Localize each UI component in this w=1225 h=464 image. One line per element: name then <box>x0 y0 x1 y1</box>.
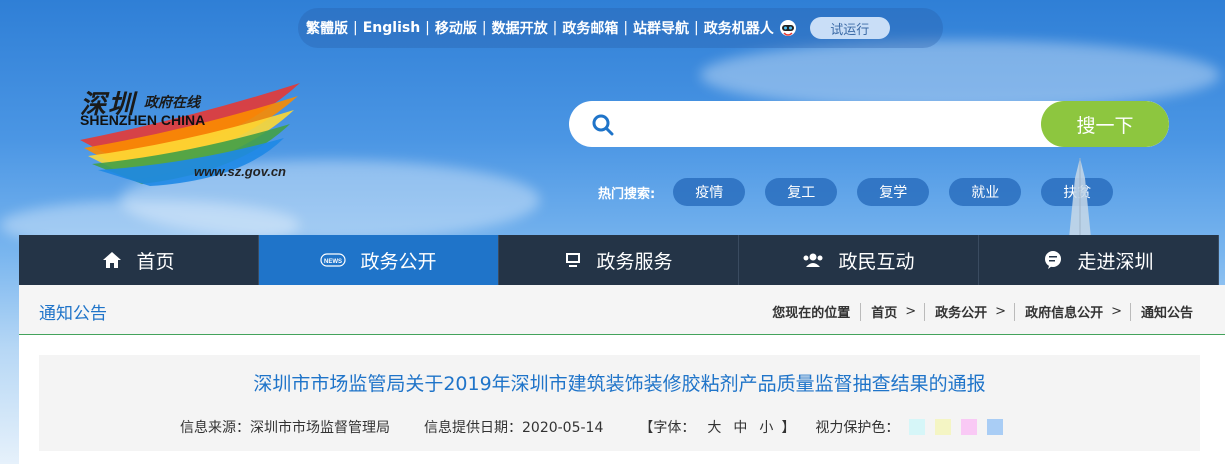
nav-item-label: 政务公开 <box>360 250 437 273</box>
news-icon: NEWS <box>320 251 347 269</box>
breadcrumb-notice[interactable]: 通知公告 <box>1141 302 1193 321</box>
hot-tag[interactable]: 疫情 <box>673 178 746 206</box>
search-box: 搜一下 <box>569 101 1169 147</box>
robot-icon[interactable] <box>778 18 798 38</box>
eye-color-swatch[interactable] <box>909 419 926 435</box>
font-size-medium[interactable]: 中 <box>733 417 747 437</box>
link-site-nav[interactable]: 站群导航 <box>633 18 689 38</box>
link-open-data[interactable]: 数据开放 <box>492 18 548 38</box>
top-link-bar: 繁體版 | English | 移动版 | 数据开放 | 政务邮箱 | 站群导航 | 政务机… <box>298 8 943 48</box>
site-logo[interactable]: 深圳 政府在线 SHENZHEN CHINA www.sz.gov.cn <box>70 78 310 188</box>
hot-search: 热门搜索: 疫情 复工 复学 就业 扶贫 <box>598 178 1133 206</box>
eye-color-swatch[interactable] <box>961 419 978 435</box>
link-mobile[interactable]: 移动版 <box>435 18 477 38</box>
nav-item-gov-service[interactable]: 政务服务 <box>499 235 739 285</box>
nav-item-gov-affairs[interactable]: NEWS 政务公开 <box>259 235 499 285</box>
link-traditional[interactable]: 繁體版 <box>306 18 348 38</box>
search-button[interactable]: 搜一下 <box>1041 101 1169 147</box>
breadcrumb-gov-info[interactable]: 政府信息公开 <box>1025 302 1103 321</box>
hot-search-label: 热门搜索: <box>598 186 656 202</box>
nav-item-interaction[interactable]: 政民互动 <box>739 235 979 285</box>
hot-tag[interactable]: 就业 <box>949 178 1022 206</box>
article-title: 深圳市市场监管局关于2019年深圳市建筑装饰装修胶粘剂产品质量监督抽查结果的通报 <box>253 373 986 395</box>
eye-color-swatch[interactable] <box>935 419 952 435</box>
people-icon <box>802 252 824 268</box>
logo-tagline: 政府在线 <box>144 95 200 111</box>
font-size-close: 】 <box>781 420 796 436</box>
nav-item-about-shenzhen[interactable]: 走进深圳 <box>979 235 1219 285</box>
nav-item-label: 政务服务 <box>596 250 673 273</box>
article-meta: 信息来源：深圳市市场监督管理局 信息提供日期：2020-05-14 【字体： 大… <box>180 417 1004 437</box>
article-source: 信息来源：深圳市市场监督管理局 <box>180 420 390 436</box>
top-links: 繁體版 | English | 移动版 | 数据开放 | 政务邮箱 | 站群导航 | 政务机… <box>306 18 798 38</box>
font-size-small[interactable]: 小 <box>759 417 773 437</box>
nav-item-label: 走进深圳 <box>1077 250 1154 273</box>
location-label: 您现在的位置 <box>772 306 851 321</box>
hot-tag[interactable]: 复工 <box>765 178 838 206</box>
home-icon <box>102 251 122 269</box>
font-size-large[interactable]: 大 <box>707 417 721 437</box>
cloud-decor <box>700 40 1220 110</box>
chat-icon <box>1043 250 1063 270</box>
breadcrumb-bar: 通知公告 您现在的位置 首页 > 政务公开 > 政府信息公开 > 通知公告 <box>19 285 1225 335</box>
tower-decor <box>1069 158 1091 238</box>
article-header: 深圳市市场监管局关于2019年深圳市建筑装饰装修胶粘剂产品质量监督抽查结果的通报… <box>39 355 1200 451</box>
logo-url: www.sz.gov.cn <box>194 164 286 179</box>
nav-item-label: 首页 <box>136 250 175 273</box>
logo-english-name: SHENZHEN CHINA <box>80 112 206 128</box>
font-size-open: 【字体： <box>639 420 696 436</box>
search-input[interactable] <box>625 109 1089 141</box>
nav-item-label: 政民互动 <box>838 250 915 273</box>
nav-item-home[interactable]: 首页 <box>19 235 259 285</box>
eye-color-swatch[interactable] <box>987 419 1004 435</box>
main-content: 深圳市市场监管局关于2019年深圳市建筑装饰装修胶粘剂产品质量监督抽查结果的通报… <box>19 335 1225 464</box>
hot-tag[interactable]: 复学 <box>857 178 930 206</box>
link-english[interactable]: English <box>363 20 420 36</box>
breadcrumb-gov-affairs[interactable]: 政务公开 <box>935 302 987 321</box>
search-icon <box>592 114 614 136</box>
article-date: 信息提供日期：2020-05-14 <box>424 420 604 436</box>
trial-badge[interactable]: 试运行 <box>809 17 890 39</box>
svg-text:NEWS: NEWS <box>324 259 342 265</box>
monitor-icon <box>564 252 582 268</box>
link-gov-robot[interactable]: 政务机器人 <box>704 18 774 38</box>
section-title: 通知公告 <box>39 304 107 324</box>
breadcrumb-home[interactable]: 首页 <box>871 302 897 321</box>
main-nav: 首页 NEWS 政务公开 政务服务 政民互动 走进深圳 <box>19 235 1225 285</box>
breadcrumb: 您现在的位置 首页 > 政务公开 > 政府信息公开 > 通知公告 <box>772 302 1193 321</box>
link-gov-mail[interactable]: 政务邮箱 <box>562 18 618 38</box>
eye-protect-label: 视力保护色： <box>815 420 900 436</box>
